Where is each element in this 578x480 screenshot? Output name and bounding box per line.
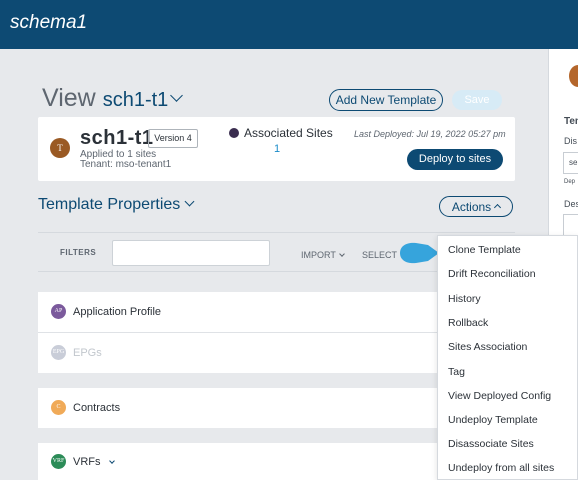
- menu-item-sites-association[interactable]: Sites Association: [448, 341, 527, 353]
- chevron-down-icon: [170, 89, 184, 102]
- view-heading[interactable]: View sch1-t1: [42, 84, 184, 113]
- template-summary-card: T sch1-t1 Version 4 Applied to 1 sites T…: [38, 117, 515, 181]
- import-dropdown[interactable]: IMPORT: [301, 250, 345, 260]
- template-version-badge: Version 4: [148, 129, 198, 148]
- save-button[interactable]: Save: [452, 90, 502, 110]
- side-panel-hint: Dep: [564, 179, 576, 185]
- view-label: View: [42, 84, 96, 112]
- menu-item-tag[interactable]: Tag: [448, 366, 465, 378]
- epg-icon: EPG: [51, 345, 66, 360]
- side-panel-input-value: se: [569, 158, 578, 167]
- template-avatar: T: [50, 138, 70, 158]
- menu-item-history[interactable]: History: [448, 293, 481, 305]
- chevron-down-icon: [184, 196, 195, 207]
- side-panel-field-label: Dis: [564, 136, 577, 146]
- side-panel-avatar: [569, 65, 578, 87]
- side-panel-description-label: Des: [564, 199, 578, 209]
- vrf-icon: VRF: [51, 454, 66, 469]
- side-panel-display-name-input[interactable]: se: [563, 152, 578, 174]
- template-tenant: Tenant: mso-tenant1: [80, 159, 172, 170]
- chevron-down-icon: [339, 251, 345, 257]
- view-schema-name: sch1-t1: [102, 89, 169, 111]
- contract-icon: C: [51, 400, 66, 415]
- application-profile-icon: AP: [51, 304, 66, 319]
- last-deployed-timestamp: Last Deployed: Jul 19, 2022 05:27 pm: [354, 129, 506, 139]
- actions-label: Actions: [451, 200, 492, 214]
- list-item-label: EPGs: [73, 347, 102, 359]
- vrfs-label: VRFs: [73, 456, 101, 468]
- menu-item-disassociate-sites[interactable]: Disassociate Sites: [448, 438, 534, 450]
- actions-button[interactable]: Actions: [439, 196, 513, 217]
- side-panel-heading: Ten: [564, 116, 578, 127]
- menu-item-view-deployed-config[interactable]: View Deployed Config: [448, 390, 551, 402]
- filters-label: FILTERS: [60, 248, 97, 257]
- menu-item-undeploy-template[interactable]: Undeploy Template: [448, 414, 538, 426]
- list-item-label: VRFs: [73, 456, 115, 468]
- menu-item-undeploy-from-all-sites[interactable]: Undeploy from all sites: [448, 462, 554, 474]
- menu-item-clone-template[interactable]: Clone Template: [448, 244, 521, 256]
- chevron-up-icon: [494, 203, 502, 212]
- add-new-template-button[interactable]: Add New Template: [329, 89, 443, 111]
- associated-sites-label: Associated Sites: [244, 126, 333, 140]
- schema-title: schema1: [10, 12, 88, 33]
- list-item-label: Application Profile: [73, 306, 162, 318]
- select-dropdown[interactable]: SELECT: [362, 250, 397, 260]
- deploy-to-sites-button[interactable]: Deploy to sites: [407, 149, 503, 170]
- menu-item-rollback[interactable]: Rollback: [448, 317, 488, 329]
- chevron-down-icon: [108, 458, 115, 464]
- import-label: IMPORT: [301, 250, 336, 260]
- template-properties-title: Template Properties: [38, 196, 181, 213]
- template-properties-heading[interactable]: Template Properties: [38, 196, 195, 214]
- pointer-arrow-icon: [400, 242, 439, 264]
- list-item-label: Contracts: [73, 402, 121, 414]
- filter-input[interactable]: [112, 240, 270, 266]
- template-name: sch1-t1: [80, 127, 154, 149]
- associated-sites-icon: [229, 128, 239, 138]
- actions-dropdown-menu: Clone Template Drift Reconciliation Hist…: [437, 235, 578, 480]
- menu-item-drift-reconciliation[interactable]: Drift Reconciliation: [448, 268, 536, 280]
- associated-sites-count[interactable]: 1: [274, 143, 280, 155]
